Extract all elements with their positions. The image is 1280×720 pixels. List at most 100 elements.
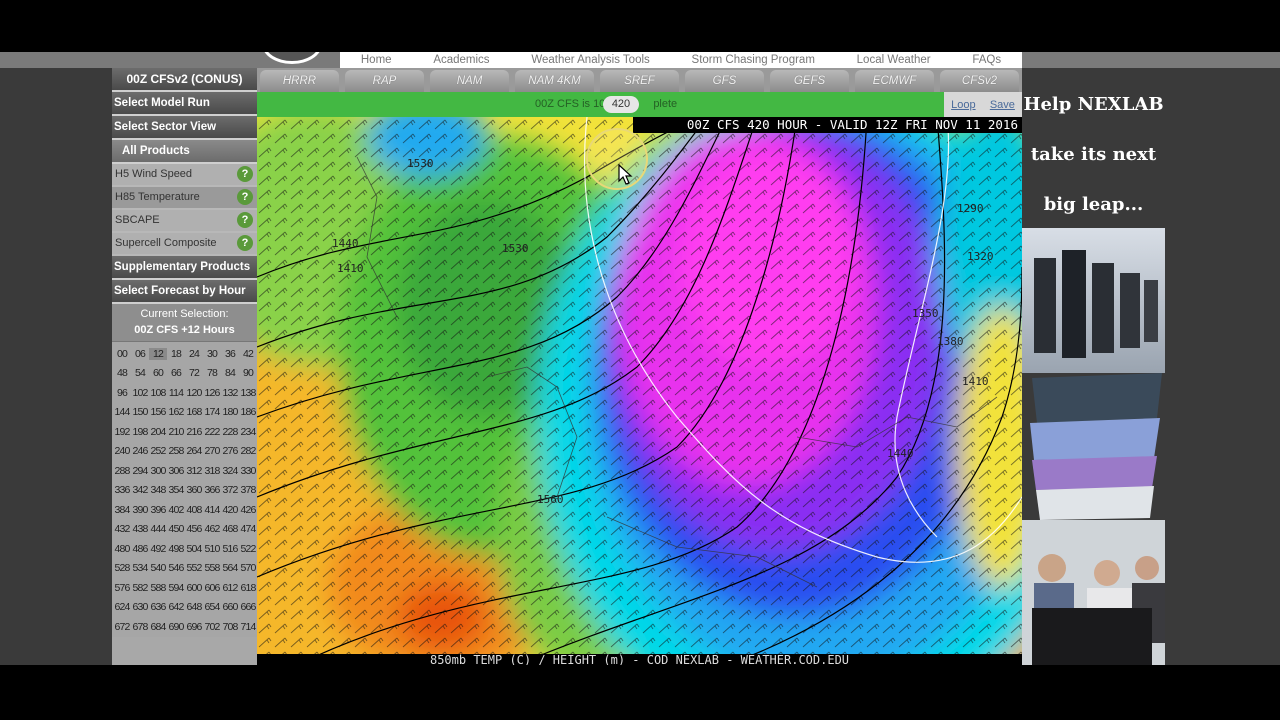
forecast-hour-link[interactable]: 108 (149, 387, 167, 399)
forecast-hour-link[interactable]: 348 (149, 484, 167, 496)
forecast-hour-link[interactable]: 12 (149, 347, 167, 360)
forecast-hour-link[interactable]: 318 (203, 465, 221, 477)
forecast-hour-link[interactable]: 378 (239, 484, 257, 496)
tab-model[interactable]: GEFS (770, 70, 849, 92)
forecast-hour-link[interactable]: 00 (113, 348, 131, 360)
forecast-hour-link[interactable]: 60 (149, 367, 167, 379)
save-link[interactable]: Save (990, 99, 1015, 111)
forecast-hour-link[interactable]: 684 (149, 621, 167, 633)
tab-model[interactable]: SREF (600, 70, 679, 92)
forecast-hour-link[interactable]: 234 (239, 426, 257, 438)
help-icon[interactable]: ? (237, 189, 253, 205)
forecast-hour-link[interactable]: 42 (239, 348, 257, 360)
forecast-hour-link[interactable]: 660 (221, 601, 239, 613)
forecast-hour-link[interactable]: 312 (185, 465, 203, 477)
forecast-hour-link[interactable]: 186 (239, 406, 257, 418)
product-item[interactable]: Supercell Composite? (112, 233, 257, 256)
forecast-hour-link[interactable]: 36 (221, 348, 239, 360)
tab-model[interactable]: ECMWF (855, 70, 934, 92)
forecast-hour-link[interactable]: 306 (167, 465, 185, 477)
forecast-hour-link[interactable]: 174 (203, 406, 221, 418)
tab-model[interactable]: CFSv2 (940, 70, 1019, 92)
forecast-hour-link[interactable]: 450 (167, 523, 185, 535)
forecast-hour-link[interactable]: 696 (185, 621, 203, 633)
forecast-hour-link[interactable]: 534 (131, 562, 149, 574)
forecast-hour-link[interactable]: 468 (221, 523, 239, 535)
forecast-hour-link[interactable]: 252 (149, 445, 167, 457)
forecast-hour-link[interactable]: 456 (185, 523, 203, 535)
forecast-hour-link[interactable]: 678 (131, 621, 149, 633)
loop-link[interactable]: Loop (951, 99, 975, 111)
forecast-hour-link[interactable]: 480 (113, 543, 131, 555)
forecast-hour-link[interactable]: 18 (167, 348, 185, 360)
forecast-hour-link[interactable]: 126 (203, 387, 221, 399)
forecast-hour-link[interactable]: 672 (113, 621, 131, 633)
forecast-hour-link[interactable]: 612 (221, 582, 239, 594)
forecast-hour-link[interactable]: 522 (239, 543, 257, 555)
tab-model[interactable]: HRRR (260, 70, 339, 92)
forecast-hour-link[interactable]: 144 (113, 406, 131, 418)
forecast-hour-link[interactable]: 180 (221, 406, 239, 418)
forecast-hour-link[interactable]: 90 (239, 367, 257, 379)
forecast-hour-link[interactable]: 30 (203, 348, 221, 360)
forecast-hour-link[interactable]: 48 (113, 367, 131, 379)
select-forecast-by-hour-button[interactable]: Select Forecast by Hour (112, 280, 257, 304)
forecast-hour-link[interactable]: 330 (239, 465, 257, 477)
forecast-hour-link[interactable]: 654 (203, 601, 221, 613)
forecast-hour-link[interactable]: 618 (239, 582, 257, 594)
forecast-hour-link[interactable]: 258 (167, 445, 185, 457)
forecast-hour-link[interactable]: 516 (221, 543, 239, 555)
nav-storm-chasing-program[interactable]: Storm Chasing Program (692, 54, 815, 66)
forecast-hour-link[interactable]: 564 (221, 562, 239, 574)
forecast-hour-link[interactable]: 498 (167, 543, 185, 555)
product-item[interactable]: H85 Temperature? (112, 187, 257, 210)
forecast-hour-link[interactable]: 132 (221, 387, 239, 399)
forecast-hour-link[interactable]: 240 (113, 445, 131, 457)
forecast-hour-link[interactable]: 96 (113, 387, 131, 399)
forecast-hour-link[interactable]: 216 (185, 426, 203, 438)
forecast-hour-link[interactable]: 630 (131, 601, 149, 613)
forecast-hour-link[interactable]: 702 (203, 621, 221, 633)
forecast-hour-link[interactable]: 438 (131, 523, 149, 535)
forecast-hour-link[interactable]: 156 (149, 406, 167, 418)
forecast-hour-link[interactable]: 270 (203, 445, 221, 457)
forecast-hour-link[interactable]: 294 (131, 465, 149, 477)
nav-local-weather[interactable]: Local Weather (857, 54, 931, 66)
nav-faqs[interactable]: FAQs (972, 54, 1001, 66)
forecast-hour-link[interactable]: 24 (185, 348, 203, 360)
nav-weather-analysis-tools[interactable]: Weather Analysis Tools (531, 54, 649, 66)
forecast-hour-link[interactable]: 582 (131, 582, 149, 594)
forecast-hour-link[interactable]: 354 (167, 484, 185, 496)
forecast-hour-link[interactable]: 558 (203, 562, 221, 574)
select-model-run-button[interactable]: Select Model Run (112, 92, 257, 116)
forecast-hour-link[interactable]: 324 (221, 465, 239, 477)
nav-academics[interactable]: Academics (433, 54, 489, 66)
forecast-hour-link[interactable]: 486 (131, 543, 149, 555)
forecast-hour-link[interactable]: 390 (131, 504, 149, 516)
forecast-hour-link[interactable]: 432 (113, 523, 131, 535)
forecast-hour-link[interactable]: 402 (167, 504, 185, 516)
help-icon[interactable]: ? (237, 166, 253, 182)
select-sector-view-button[interactable]: Select Sector View (112, 116, 257, 140)
forecast-hour-link[interactable]: 150 (131, 406, 149, 418)
forecast-hour-link[interactable]: 606 (203, 582, 221, 594)
forecast-hour-link[interactable]: 168 (185, 406, 203, 418)
forecast-hour-link[interactable]: 426 (239, 504, 257, 516)
forecast-hour-link[interactable]: 84 (221, 367, 239, 379)
forecast-hour-link[interactable]: 228 (221, 426, 239, 438)
forecast-hour-link[interactable]: 570 (239, 562, 257, 574)
nav-home[interactable]: Home (361, 54, 392, 66)
forecast-hour-link[interactable]: 282 (239, 445, 257, 457)
forecast-hour-link[interactable]: 138 (239, 387, 257, 399)
forecast-hour-link[interactable]: 576 (113, 582, 131, 594)
product-item[interactable]: SBCAPE? (112, 210, 257, 233)
forecast-hour-link[interactable]: 528 (113, 562, 131, 574)
forecast-hour-link[interactable]: 420 (221, 504, 239, 516)
forecast-hour-link[interactable]: 120 (185, 387, 203, 399)
forecast-hour-link[interactable]: 474 (239, 523, 257, 535)
help-icon[interactable]: ? (237, 212, 253, 228)
forecast-hour-link[interactable]: 366 (203, 484, 221, 496)
college-logo[interactable] (262, 52, 322, 64)
forecast-hour-link[interactable]: 300 (149, 465, 167, 477)
forecast-hour-link[interactable]: 594 (167, 582, 185, 594)
